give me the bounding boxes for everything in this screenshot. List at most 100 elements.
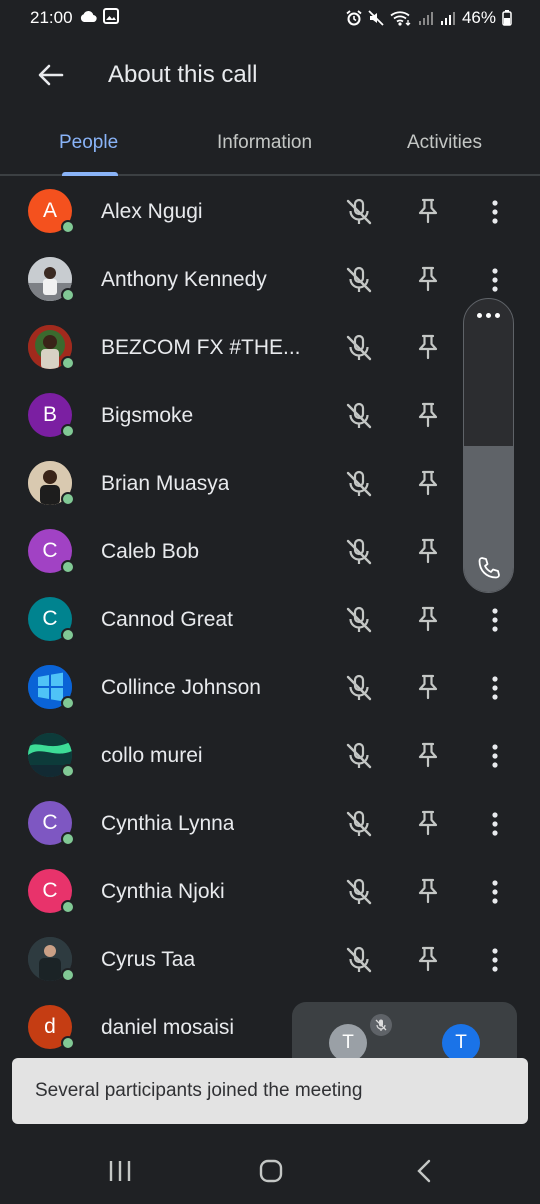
mic-off-icon[interactable]: [344, 537, 374, 567]
online-status-dot: [61, 220, 75, 234]
participant-row[interactable]: B Bigsmoke: [0, 382, 540, 450]
phone-icon[interactable]: [475, 554, 503, 582]
pin-icon[interactable]: [413, 604, 443, 634]
call-control-panel[interactable]: [463, 298, 514, 593]
online-status-dot: [61, 900, 75, 914]
mic-off-icon[interactable]: [344, 333, 374, 363]
mic-off-icon[interactable]: [344, 945, 374, 975]
participant-name: BEZCOM FX #THE...: [101, 336, 301, 359]
participant-row[interactable]: Brian Muasya: [0, 450, 540, 518]
signal-icon: [440, 10, 456, 26]
pin-icon[interactable]: [413, 876, 443, 906]
pin-icon[interactable]: [413, 332, 443, 362]
more-vert-icon[interactable]: [482, 945, 508, 975]
more-horiz-icon[interactable]: [464, 313, 513, 318]
mic-off-icon[interactable]: [344, 877, 374, 907]
participant-name: Brian Muasya: [101, 472, 230, 495]
online-status-dot: [61, 492, 75, 506]
page-title: About this call: [108, 61, 258, 88]
alarm-icon: [346, 10, 362, 26]
online-status-dot: [61, 356, 75, 370]
tab-indicator: [62, 172, 118, 176]
more-vert-icon[interactable]: [482, 605, 508, 635]
image-icon: [102, 7, 119, 29]
participant-name: Cynthia Lynna: [101, 812, 235, 835]
participant-row[interactable]: BEZCOM FX #THE...: [0, 314, 540, 382]
more-vert-icon[interactable]: [482, 809, 508, 839]
mini-avatar: T: [329, 1024, 367, 1062]
participant-row[interactable]: C Cynthia Njoki: [0, 858, 540, 926]
arrow-back-icon[interactable]: [34, 58, 68, 92]
home-icon[interactable]: [251, 1156, 291, 1186]
back-icon[interactable]: [404, 1156, 444, 1186]
participant-name: Anthony Kennedy: [101, 268, 267, 291]
more-vert-icon[interactable]: [482, 197, 508, 227]
participant-row[interactable]: Anthony Kennedy: [0, 246, 540, 314]
avatar: d: [28, 1005, 75, 1050]
avatar-initial: A: [42, 199, 57, 222]
tab-information[interactable]: Information: [217, 132, 312, 154]
participant-name: Bigsmoke: [101, 404, 194, 427]
participant-row[interactable]: C Caleb Bob: [0, 518, 540, 586]
avatar-initial: C: [42, 607, 58, 630]
participant-list: A Alex Ngugi Anthony Kennedy BEZCOM FX #THE…: [0, 178, 540, 1062]
pin-icon[interactable]: [413, 468, 443, 498]
avatar-initial: d: [44, 1015, 56, 1038]
participant-row[interactable]: Collince Johnson: [0, 654, 540, 722]
mic-off-icon[interactable]: [344, 265, 374, 295]
participant-row[interactable]: C Cannod Great: [0, 586, 540, 654]
pin-icon[interactable]: [413, 944, 443, 974]
battery-icon: [502, 10, 512, 26]
battery-percent: 46%: [461, 8, 496, 27]
avatar-initial: C: [42, 811, 58, 834]
pin-icon[interactable]: [413, 264, 443, 294]
avatar: C: [28, 597, 75, 642]
avatar: A: [28, 189, 75, 234]
participant-name: Cannod Great: [101, 608, 233, 631]
recents-icon[interactable]: [100, 1156, 140, 1186]
wifi-icon: [390, 10, 412, 26]
participant-row[interactable]: collo murei: [0, 722, 540, 790]
mini-avatar: T: [442, 1024, 480, 1062]
avatar: [28, 665, 75, 710]
snackbar-text: Several participants joined the meeting: [35, 1080, 363, 1101]
more-vert-icon[interactable]: [482, 265, 508, 295]
avatar: C: [28, 869, 75, 914]
tab-bar: People Information Activities: [0, 118, 540, 176]
mic-off-icon[interactable]: [344, 741, 374, 771]
pin-icon[interactable]: [413, 400, 443, 430]
online-status-dot: [61, 968, 75, 982]
online-status-dot: [61, 696, 75, 710]
more-vert-icon[interactable]: [482, 673, 508, 703]
participant-name: Alex Ngugi: [101, 200, 203, 223]
pin-icon[interactable]: [413, 536, 443, 566]
mic-off-icon[interactable]: [344, 605, 374, 635]
pin-icon[interactable]: [413, 740, 443, 770]
mic-off-icon[interactable]: [344, 469, 374, 499]
participant-name: daniel mosaisi: [101, 1016, 235, 1039]
status-left: 21:00: [30, 7, 119, 29]
avatar: [28, 461, 75, 506]
pin-icon[interactable]: [413, 196, 443, 226]
participant-row[interactable]: C Cynthia Lynna: [0, 790, 540, 858]
tab-people[interactable]: People: [59, 132, 118, 154]
participant-row[interactable]: A Alex Ngugi: [0, 178, 540, 246]
mic-off-icon[interactable]: [344, 809, 374, 839]
mic-off-icon[interactable]: [344, 401, 374, 431]
pin-icon[interactable]: [413, 672, 443, 702]
avatar: [28, 937, 75, 982]
status-time: 21:00: [30, 8, 73, 27]
mic-off-icon[interactable]: [344, 673, 374, 703]
more-vert-icon[interactable]: [482, 877, 508, 907]
participant-tiles-preview[interactable]: T T: [292, 1002, 517, 1062]
tab-activities[interactable]: Activities: [407, 132, 482, 154]
system-nav-bar: [0, 1136, 540, 1204]
participant-row[interactable]: Cyrus Taa: [0, 926, 540, 994]
signal-icon: [418, 10, 434, 26]
avatar-initial: B: [42, 403, 57, 426]
pin-icon[interactable]: [413, 808, 443, 838]
mic-off-icon[interactable]: [344, 197, 374, 227]
more-vert-icon[interactable]: [482, 741, 508, 771]
online-status-dot: [61, 560, 75, 574]
online-status-dot: [61, 288, 75, 302]
